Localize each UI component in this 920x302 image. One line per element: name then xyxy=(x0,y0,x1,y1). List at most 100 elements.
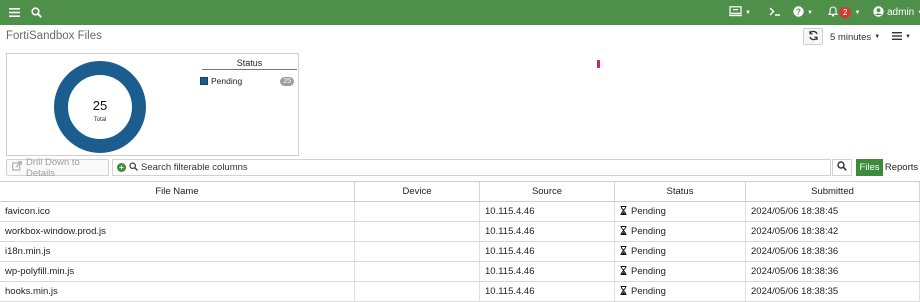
search-icon xyxy=(837,161,847,174)
cell-device xyxy=(355,222,480,241)
cell-source: 10.115.4.46 xyxy=(480,202,615,221)
search-icon[interactable] xyxy=(31,0,42,25)
cell-submitted: 2024/05/06 18:38:36 xyxy=(746,262,920,281)
cell-file-name-text: favicon.ico xyxy=(5,206,50,217)
cell-submitted: 2024/05/06 18:38:42 xyxy=(746,222,920,241)
chevron-down-icon: ▼ xyxy=(807,9,813,16)
cell-status: Pending xyxy=(615,242,746,261)
console-button[interactable] xyxy=(769,0,781,25)
column-header-status[interactable]: Status xyxy=(615,182,746,201)
legend-swatch xyxy=(200,77,208,85)
notifications-menu[interactable]: 2 ▼ xyxy=(827,0,861,25)
refresh-icon xyxy=(808,30,819,44)
refresh-interval-select[interactable]: 5 minutes ▼ xyxy=(830,29,880,45)
column-header-file-name[interactable]: File Name xyxy=(0,182,355,201)
cell-source: 10.115.4.46 xyxy=(480,262,615,281)
cell-submitted-text: 2024/05/06 18:38:36 xyxy=(751,246,839,257)
cell-submitted-text: 2024/05/06 18:38:45 xyxy=(751,206,839,217)
cell-file-name: hooks.min.js xyxy=(0,282,355,301)
cell-file-name: workbox-window.prod.js xyxy=(0,222,355,241)
search-button[interactable] xyxy=(832,159,852,176)
device-menu[interactable]: ▼ xyxy=(729,0,751,25)
tab-reports[interactable]: Reports xyxy=(883,159,920,176)
cell-status: Pending xyxy=(615,262,746,281)
cell-status-text: Pending xyxy=(631,286,666,297)
cell-source-text: 10.115.4.46 xyxy=(485,246,535,257)
legend-item-pending[interactable]: Pending 25 xyxy=(200,75,294,87)
hourglass-icon xyxy=(620,206,627,217)
cell-file-name-text: wp-polyfill.min.js xyxy=(5,266,75,277)
refresh-button[interactable] xyxy=(803,28,823,45)
cell-submitted-text: 2024/05/06 18:38:42 xyxy=(751,226,839,237)
status-chart-panel: 25 Total Status Pending 25 xyxy=(6,53,299,156)
user-icon xyxy=(873,5,884,20)
hamburger-icon[interactable] xyxy=(9,0,20,25)
donut-center-label: Total xyxy=(94,117,107,123)
options-menu-button[interactable]: ▼ xyxy=(892,29,911,45)
table-row[interactable]: workbox-window.prod.js 10.115.4.46 Pending… xyxy=(0,222,920,242)
help-icon: ? xyxy=(793,5,804,20)
cell-source: 10.115.4.46 xyxy=(480,242,615,261)
cell-source-text: 10.115.4.46 xyxy=(485,206,535,217)
chevron-down-icon: ▼ xyxy=(905,34,911,40)
files-table: File Name Device Source Status Submitted… xyxy=(0,181,920,302)
cell-submitted-text: 2024/05/06 18:38:35 xyxy=(751,286,839,297)
cell-source-text: 10.115.4.46 xyxy=(485,226,535,237)
table-row[interactable]: hooks.min.js 10.115.4.46 Pending 2024/05/06… xyxy=(0,282,920,302)
cell-status-text: Pending xyxy=(631,266,666,277)
cell-source: 10.115.4.46 xyxy=(480,282,615,301)
username: admin xyxy=(887,7,915,18)
table-row[interactable]: favicon.ico 10.115.4.46 Pending 2024/05/06 … xyxy=(0,202,920,222)
search-icon xyxy=(129,161,138,174)
status-donut-chart: 25 Total xyxy=(54,61,146,153)
hourglass-icon xyxy=(620,286,627,297)
device-icon xyxy=(729,5,742,20)
hamburger-icon xyxy=(892,31,902,43)
hourglass-icon xyxy=(620,266,627,277)
cell-source-text: 10.115.4.46 xyxy=(485,266,535,277)
table-row[interactable]: i18n.min.js 10.115.4.46 Pending 2024/05/06 … xyxy=(0,242,920,262)
top-navbar: ▼ ? ▼ 2 ▼ admin ▼ xyxy=(0,0,920,25)
column-header-device[interactable]: Device xyxy=(355,182,480,201)
magenta-marker xyxy=(597,60,600,68)
cell-file-name-text: i18n.min.js xyxy=(5,246,51,257)
cell-source-text: 10.115.4.46 xyxy=(485,286,535,297)
cell-status-text: Pending xyxy=(631,226,666,237)
cell-status-text: Pending xyxy=(631,206,666,217)
filter-input[interactable]: + Search filterable columns xyxy=(112,159,831,176)
notification-count-badge: 2 xyxy=(839,7,852,18)
cell-status: Pending xyxy=(615,282,746,301)
legend-count-badge: 25 xyxy=(280,76,294,86)
chevron-down-icon: ▼ xyxy=(745,9,751,16)
cell-status: Pending xyxy=(615,222,746,241)
table-header: File Name Device Source Status Submitted xyxy=(0,181,920,202)
drill-down-label: Drill Down to Details xyxy=(26,156,80,179)
add-filter-icon[interactable]: + xyxy=(117,163,126,172)
page-title: FortiSandbox Files xyxy=(6,30,102,42)
hourglass-icon xyxy=(620,246,627,257)
external-link-icon xyxy=(12,161,22,174)
column-header-submitted[interactable]: Submitted xyxy=(746,182,920,201)
cell-device xyxy=(355,242,480,261)
cell-submitted: 2024/05/06 18:38:35 xyxy=(746,282,920,301)
chevron-down-icon: ▼ xyxy=(874,34,881,40)
filter-placeholder: Search filterable columns xyxy=(141,162,248,173)
user-menu[interactable]: admin ▼ xyxy=(873,0,920,25)
cell-device xyxy=(355,262,480,281)
table-row[interactable]: wp-polyfill.min.js 10.115.4.46 Pending 2024… xyxy=(0,262,920,282)
drill-down-button[interactable]: Drill Down to Details xyxy=(6,156,109,179)
column-header-source[interactable]: Source xyxy=(480,182,615,201)
cell-submitted: 2024/05/06 18:38:36 xyxy=(746,242,920,261)
cell-status: Pending xyxy=(615,202,746,221)
legend-title: Status xyxy=(202,58,297,70)
donut-center-value: 25 xyxy=(93,98,107,113)
cell-device xyxy=(355,282,480,301)
bell-icon xyxy=(827,5,839,20)
cell-submitted: 2024/05/06 18:38:45 xyxy=(746,202,920,221)
hourglass-icon xyxy=(620,226,627,237)
tab-files[interactable]: Files xyxy=(856,159,883,176)
cell-file-name: i18n.min.js xyxy=(0,242,355,261)
cell-submitted-text: 2024/05/06 18:38:36 xyxy=(751,266,839,277)
chevron-down-icon: ▼ xyxy=(854,9,861,16)
help-menu[interactable]: ? ▼ xyxy=(793,0,813,25)
